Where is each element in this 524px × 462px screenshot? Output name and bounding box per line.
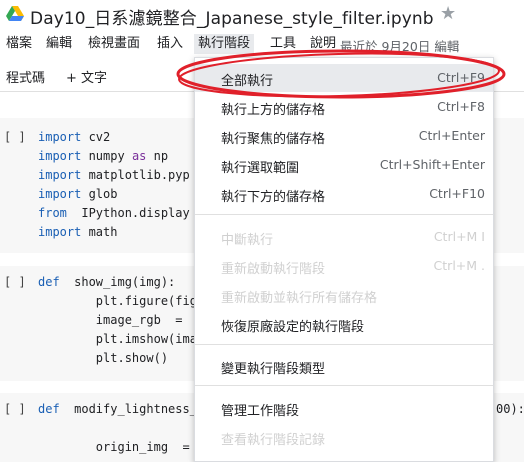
star-icon[interactable]: ★ [440, 3, 456, 24]
code-line: image_rgb = [38, 313, 183, 327]
menu-item-run-after[interactable]: 執行下方的儲存格 Ctrl+F10 [195, 180, 493, 208]
menu-item-manage-sessions[interactable]: 管理工作階段 [195, 394, 493, 422]
menu-tools[interactable]: 工具 [266, 34, 300, 54]
run-cell-button[interactable]: [ ] [4, 402, 26, 416]
menu-file[interactable]: 檔案 [2, 34, 36, 54]
add-text-button[interactable]: + 文字 [66, 67, 107, 86]
code-line: def show_img(img): [38, 275, 176, 289]
add-code-button[interactable]: 程式碼 [6, 67, 45, 86]
menu-insert[interactable]: 插入 [153, 34, 187, 54]
menu-item-interrupt: 中斷執行 Ctrl+M I [221, 229, 485, 248]
menu-item-restart-runtime: 重新啟動執行階段 Ctrl+M . [221, 258, 485, 277]
menu-runtime[interactable]: 執行階段 [194, 34, 255, 54]
code-line: import numpy as np [38, 149, 169, 163]
title-bar: Day10_日系濾鏡整合_Japanese_style_filter.ipynb… [0, 0, 524, 30]
menu-view[interactable]: 檢視畫面 [84, 34, 144, 54]
menu-item-factory-reset[interactable]: 恢復原廠設定的執行階段 [195, 310, 493, 338]
code-line: plt.figure(fig [38, 294, 197, 308]
code-line: import glob [38, 187, 118, 201]
menu-separator [195, 385, 493, 386]
code-line-tail: 00): [496, 402, 524, 416]
menu-item-restart-and-run-all: 重新啟動並執行所有儲存格 [221, 291, 378, 306]
last-edit-info[interactable]: 最近於 9月20日 編輯 [340, 36, 459, 55]
menu-item-run-before[interactable]: 執行上方的儲存格 Ctrl+F8 [195, 93, 493, 121]
menu-item-run-all[interactable]: 全部執行 Ctrl+F9 [195, 64, 493, 92]
code-line: plt.show() [38, 351, 169, 365]
code-line: origin_img = [38, 440, 190, 454]
menu-item-change-runtime-type[interactable]: 變更執行階段類型 [195, 352, 493, 380]
menu-item-run-focused[interactable]: 執行聚焦的儲存格 Ctrl+Enter [195, 122, 493, 150]
menu-item-view-runtime-logs: 查看執行階段記錄 [221, 433, 326, 448]
run-cell-button[interactable]: [ ] [4, 275, 26, 289]
code-line: from IPython.display [38, 206, 190, 220]
run-cell-button[interactable]: [ ] [4, 130, 26, 144]
notebook-title[interactable]: Day10_日系濾鏡整合_Japanese_style_filter.ipynb [30, 4, 434, 29]
code-line: import math [38, 225, 118, 239]
code-line: import cv2 [38, 130, 111, 144]
menu-bar: 檔案 編輯 檢視畫面 插入 執行階段 工具 說明 最近於 9月20日 編輯 [0, 32, 524, 56]
menu-edit[interactable]: 編輯 [42, 34, 76, 54]
menu-help[interactable]: 說明 [306, 34, 340, 54]
code-line: import matplotlib.pyp [38, 168, 190, 182]
menu-separator [195, 344, 493, 345]
menu-separator [195, 214, 493, 215]
menu-item-run-selection[interactable]: 執行選取範圍 Ctrl+Shift+Enter [195, 151, 493, 179]
colab-drive-logo[interactable] [6, 6, 24, 22]
runtime-dropdown-menu: 全部執行 Ctrl+F9 執行上方的儲存格 Ctrl+F8 執行聚焦的儲存格 Ctrl… [194, 57, 494, 462]
code-line: plt.imshow(ima [38, 332, 197, 346]
code-line: def modify_lightness_ [38, 402, 197, 416]
